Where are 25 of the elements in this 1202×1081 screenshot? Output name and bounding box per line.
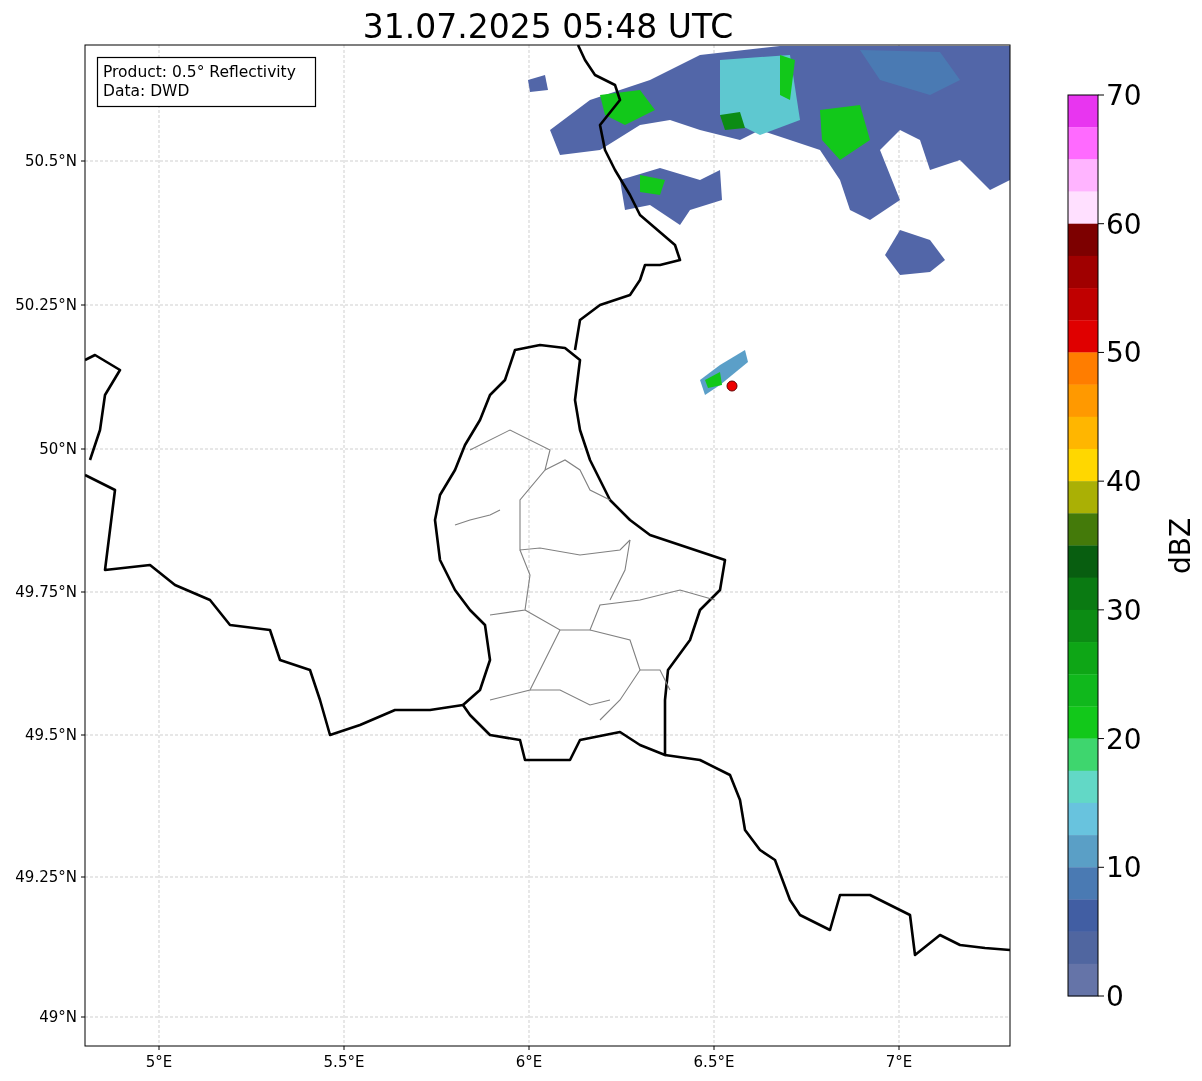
colorbar-tick-label: 40 [1106, 465, 1142, 499]
colorbar-tick-label: 70 [1106, 79, 1142, 112]
info-text: Data: DWD [103, 82, 190, 100]
colorbar-label: dBZ [1164, 517, 1197, 575]
colorbar-tick-label: 30 [1106, 593, 1142, 627]
latitude-label: 49.75°N [15, 583, 77, 601]
radar-site-marker [726, 380, 738, 392]
info-text: Product: 0.5° Reflectivity [103, 63, 296, 81]
latitude-label: 49.5°N [24, 726, 77, 744]
colorbar-tick-label: 50 [1106, 336, 1142, 370]
latitude-label: 50.5°N [24, 152, 77, 170]
longitude-label: 6.5°E [693, 1053, 735, 1071]
longitude-label: 5°E [145, 1053, 173, 1071]
longitude-label: 6°E [515, 1053, 543, 1071]
colorbar-tick-label: 0 [1106, 980, 1124, 1013]
chart-title: 31.07.2025 05:48 UTC [362, 7, 734, 46]
latitude-label: 49.25°N [15, 868, 77, 886]
colorbar-tick-label: 20 [1106, 722, 1142, 756]
latitude-label: 50.25°N [15, 296, 77, 314]
latitude-label: 49°N [39, 1008, 77, 1026]
colorbar-tick-label: 10 [1106, 851, 1142, 885]
latitude-label: 50°N [39, 440, 77, 458]
colorbar-tick-label: 60 [1106, 207, 1142, 241]
longitude-label: 5.5°E [323, 1053, 365, 1071]
longitude-label: 7°E [885, 1053, 913, 1071]
